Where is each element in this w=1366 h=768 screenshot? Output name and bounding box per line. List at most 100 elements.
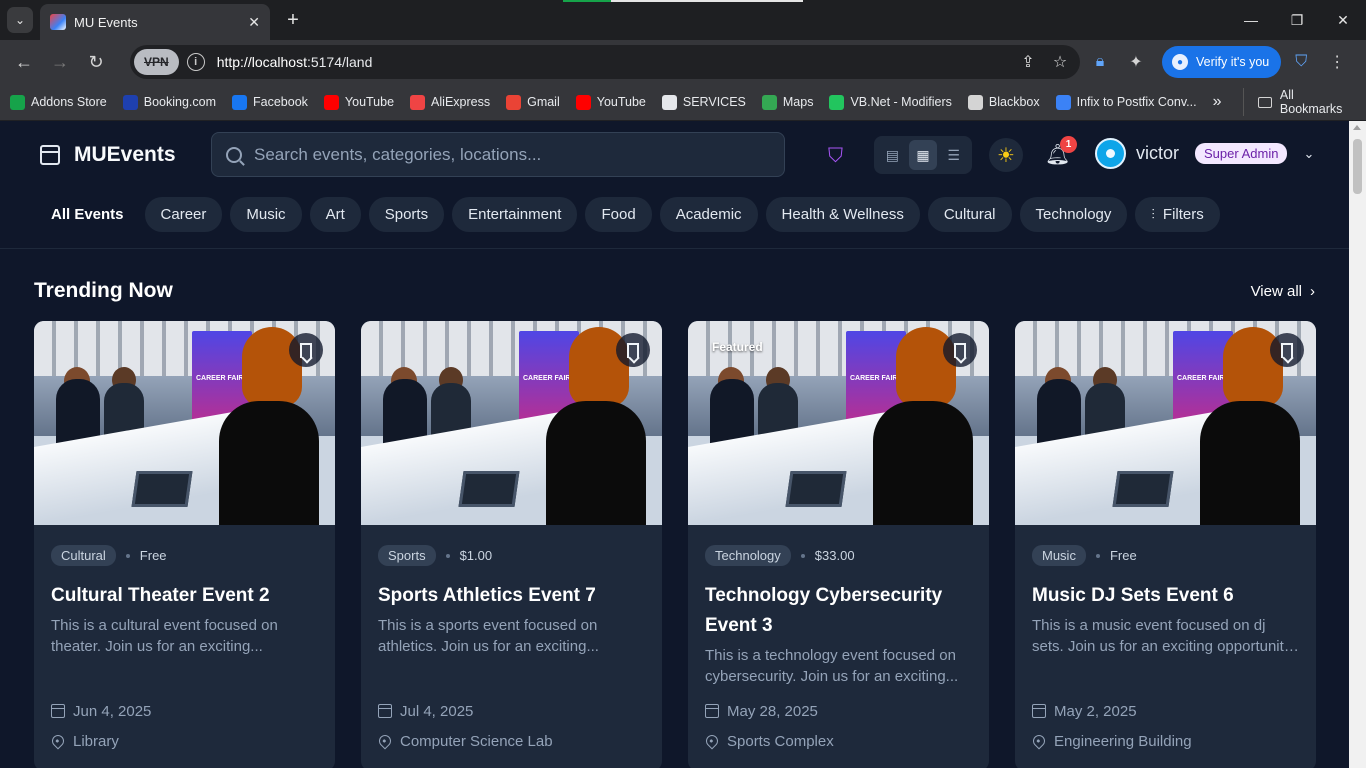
all-bookmarks-button[interactable]: All Bookmarks bbox=[1243, 88, 1356, 116]
url-text[interactable]: http://localhost:5174/land bbox=[217, 54, 1012, 70]
browser-menu-icon[interactable]: ⋮ bbox=[1321, 46, 1353, 78]
lock-extension-icon[interactable]: 🔒︎ bbox=[1084, 46, 1116, 78]
search-input[interactable] bbox=[254, 144, 754, 165]
event-location: Sports Complex bbox=[727, 732, 834, 750]
share-icon[interactable]: ⇪ bbox=[1012, 52, 1044, 72]
profile-icon: ● bbox=[1172, 54, 1188, 70]
event-card[interactable]: Music Free Music DJ Sets Event 6 This is… bbox=[1015, 321, 1316, 768]
url-path: :5174/land bbox=[306, 54, 373, 70]
bookmark-item[interactable]: Addons Store bbox=[10, 94, 107, 110]
brand-logo[interactable]: MUEvents bbox=[40, 143, 176, 167]
separator-dot bbox=[800, 553, 805, 558]
extensions-puzzle-icon[interactable]: ✦ bbox=[1120, 46, 1152, 78]
view-all-link[interactable]: View all › bbox=[1251, 283, 1315, 300]
event-category-tag: Cultural bbox=[51, 545, 116, 566]
close-window-button[interactable]: ✕ bbox=[1320, 0, 1366, 40]
tab-search-button[interactable]: ⌄ bbox=[7, 7, 33, 33]
bookmark-item[interactable]: Blackbox bbox=[967, 94, 1040, 110]
category-filter-bar: All Events Career Music Art Sports Entertainm… bbox=[38, 197, 1220, 232]
event-image bbox=[34, 321, 335, 525]
bookmark-item[interactable]: Facebook bbox=[232, 94, 308, 110]
chevron-right-icon: › bbox=[1310, 282, 1315, 300]
separator-dot bbox=[1095, 553, 1100, 558]
theme-toggle-sun-icon[interactable]: ☀ bbox=[989, 138, 1023, 172]
bookmark-item[interactable]: VB.Net - Modifiers bbox=[829, 94, 952, 110]
back-button[interactable]: ← bbox=[8, 46, 40, 78]
admin-shield-icon[interactable]: ⛉ bbox=[828, 145, 843, 168]
bookmark-label: Infix to Postfix Conv... bbox=[1076, 95, 1197, 109]
category-chip[interactable]: Cultural bbox=[927, 197, 1012, 232]
bookmark-button[interactable] bbox=[1270, 333, 1304, 367]
category-chip[interactable]: Academic bbox=[659, 197, 758, 232]
layout-view-icon[interactable]: ▤ bbox=[878, 140, 907, 170]
category-chip[interactable]: Sports bbox=[368, 197, 445, 232]
bookmark-favicon-icon bbox=[829, 94, 845, 110]
user-menu[interactable]: victor Super Admin ⌄ bbox=[1095, 138, 1314, 169]
bookmark-favicon-icon bbox=[761, 94, 777, 110]
avatar-circle bbox=[1095, 138, 1126, 169]
bookmark-button[interactable] bbox=[289, 333, 323, 367]
restore-button[interactable]: ❐ bbox=[1274, 0, 1320, 40]
event-title[interactable]: Cultural Theater Event 2 bbox=[51, 581, 318, 611]
new-tab-button[interactable]: + bbox=[283, 9, 303, 32]
location-pin-icon bbox=[703, 732, 721, 750]
reload-button[interactable]: ↻ bbox=[80, 46, 112, 78]
bookmark-favicon-icon bbox=[506, 94, 522, 110]
bookmark-button[interactable] bbox=[943, 333, 977, 367]
search-box[interactable] bbox=[211, 132, 785, 177]
bookmark-button[interactable] bbox=[616, 333, 650, 367]
list-view-icon[interactable]: ☰ bbox=[939, 140, 968, 170]
bookmark-item[interactable]: AliExpress bbox=[410, 94, 490, 110]
category-chip[interactable]: Technology bbox=[1019, 197, 1128, 232]
scrollbar-thumb[interactable] bbox=[1353, 139, 1362, 194]
event-date-row: May 2, 2025 bbox=[1032, 696, 1192, 726]
bookmark-item[interactable]: SERVICES bbox=[661, 94, 746, 110]
bookmark-item[interactable]: Infix to Postfix Conv... bbox=[1055, 94, 1197, 110]
bookmark-item[interactable]: Gmail bbox=[506, 94, 560, 110]
category-chip[interactable]: Food bbox=[585, 197, 652, 232]
bookmark-label: Maps bbox=[782, 95, 814, 109]
event-title[interactable]: Sports Athletics Event 7 bbox=[378, 581, 645, 611]
event-meta: Music Free bbox=[1032, 545, 1299, 566]
category-chip[interactable]: All Events bbox=[38, 197, 137, 232]
separator-dot bbox=[125, 553, 130, 558]
page-scrollbar[interactable] bbox=[1349, 121, 1366, 768]
shield-extension-icon[interactable]: ⛉ bbox=[1285, 46, 1317, 78]
category-chip[interactable]: Career bbox=[144, 197, 223, 232]
bookmark-item[interactable]: Maps bbox=[761, 94, 814, 110]
sliders-icon: ⫶ bbox=[1151, 206, 1155, 222]
scroll-up-arrow[interactable] bbox=[1353, 125, 1361, 130]
tab-close-icon[interactable]: ✕ bbox=[248, 14, 260, 31]
event-card[interactable]: Sports $1.00 Sports Athletics Event 7 Th… bbox=[361, 321, 662, 768]
category-chip[interactable]: Music bbox=[230, 197, 302, 232]
category-chip[interactable]: Art bbox=[309, 197, 361, 232]
bookmark-favicon-icon bbox=[410, 94, 426, 110]
filters-button[interactable]: ⫶ Filters bbox=[1135, 197, 1220, 232]
more-bookmarks-icon[interactable]: » bbox=[1213, 93, 1222, 111]
event-title[interactable]: Technology Cybersecurity Event 3 bbox=[705, 581, 972, 641]
event-card[interactable]: Cultural Free Cultural Theater Event 2 T… bbox=[34, 321, 335, 768]
bookmark-label: Facebook bbox=[253, 95, 308, 109]
section-title: Trending Now bbox=[34, 279, 173, 302]
bookmark-favicon-icon bbox=[967, 94, 983, 110]
bookmark-item[interactable]: YouTube bbox=[323, 94, 394, 110]
category-chip[interactable]: Entertainment bbox=[452, 197, 578, 232]
event-title[interactable]: Music DJ Sets Event 6 bbox=[1032, 581, 1299, 611]
browser-tab[interactable]: MU Events ✕ bbox=[40, 4, 270, 40]
bookmark-item[interactable]: YouTube bbox=[575, 94, 646, 110]
bookmark-star-icon[interactable]: ☆ bbox=[1044, 52, 1076, 72]
site-info-icon[interactable]: i bbox=[186, 53, 205, 71]
event-date: Jun 4, 2025 bbox=[73, 702, 152, 720]
address-bar[interactable]: VPN i http://localhost:5174/land ⇪ ☆ bbox=[130, 45, 1080, 79]
trending-section-header: Trending Now View all › bbox=[34, 279, 1315, 303]
event-card[interactable]: Featured Technology $33.00 Technology Cy… bbox=[688, 321, 989, 768]
minimize-button[interactable]: — bbox=[1228, 0, 1274, 40]
vpn-badge[interactable]: VPN bbox=[134, 49, 179, 75]
chevron-down-icon[interactable]: ⌄ bbox=[1303, 146, 1314, 162]
bookmark-item[interactable]: Booking.com bbox=[122, 94, 216, 110]
grid-view-icon[interactable]: ▦ bbox=[908, 140, 938, 170]
forward-button[interactable]: → bbox=[44, 46, 76, 78]
category-chip[interactable]: Health & Wellness bbox=[765, 197, 920, 232]
verify-button[interactable]: ● Verify it's you bbox=[1162, 46, 1282, 78]
separator-dot bbox=[445, 553, 450, 558]
